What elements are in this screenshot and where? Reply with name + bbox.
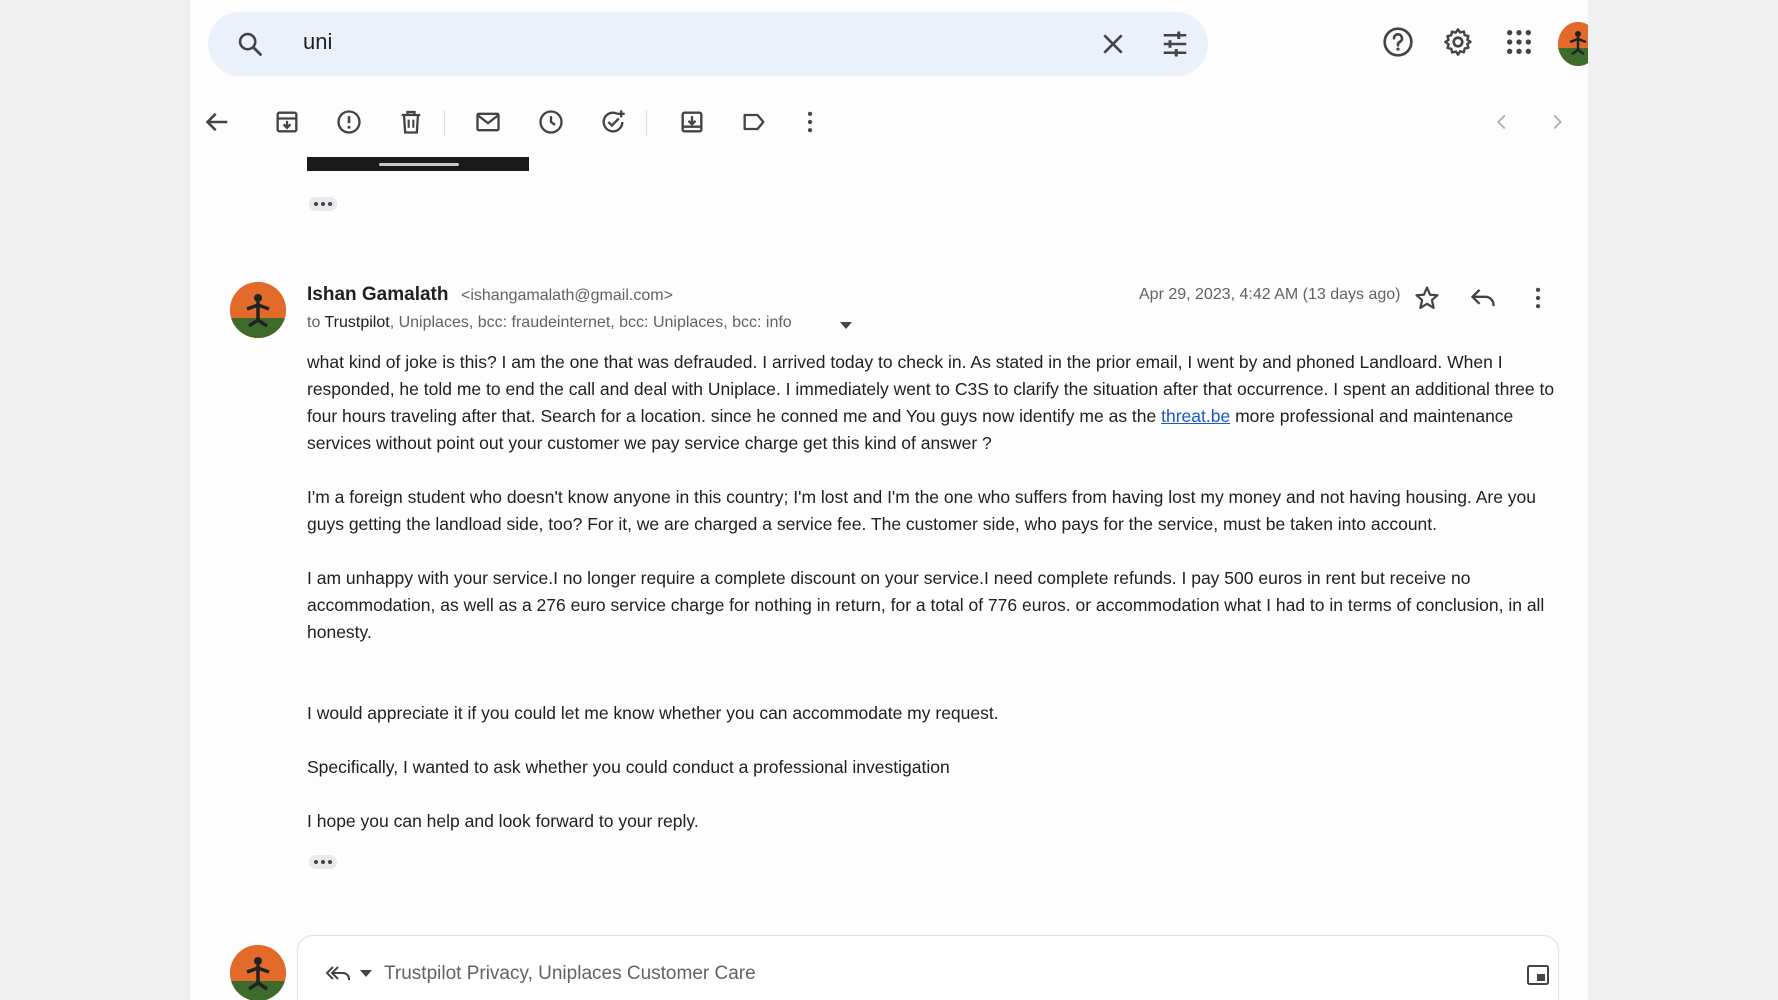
- reply-all-icon[interactable]: [324, 961, 352, 985]
- move-to-icon[interactable]: [678, 108, 706, 136]
- body-paragraph: I hope you can help and look forward to …: [307, 811, 699, 831]
- mark-unread-icon[interactable]: [474, 108, 502, 136]
- next-chevron-icon[interactable]: [1546, 111, 1568, 133]
- toolbar-divider: [646, 110, 647, 136]
- back-arrow-icon[interactable]: [204, 108, 232, 136]
- reply-icon[interactable]: [1469, 284, 1497, 312]
- report-spam-icon[interactable]: [335, 108, 363, 136]
- tune-icon[interactable]: [1160, 29, 1190, 59]
- reply-recipients[interactable]: Trustpilot Privacy, Uniplaces Customer C…: [384, 963, 756, 985]
- gear-icon[interactable]: [1442, 26, 1474, 58]
- search-icon[interactable]: [236, 30, 264, 58]
- search-bar[interactable]: uni: [208, 12, 1208, 76]
- snooze-icon[interactable]: [537, 108, 565, 136]
- add-task-icon[interactable]: [599, 108, 627, 136]
- sender-name[interactable]: Ishan Gamalath: [307, 284, 449, 306]
- help-icon[interactable]: [1382, 26, 1414, 58]
- body-paragraph: Specifically, I wanted to ask whether yo…: [307, 757, 950, 777]
- quoted-image-strip: [307, 157, 529, 171]
- close-icon[interactable]: [1100, 31, 1126, 57]
- threat-link[interactable]: threat.be: [1161, 406, 1230, 426]
- sender-email: <ishangamalath@gmail.com>: [461, 287, 673, 304]
- gmail-window: uni Ishan Gamalath <ishangamalath@gmail.…: [190, 0, 1588, 1000]
- body-paragraph: I am unhappy with your service.I no long…: [307, 568, 1545, 642]
- toolbar-divider: [444, 110, 445, 136]
- recipient-first: Trustpilot: [324, 314, 390, 331]
- reply-compose-box[interactable]: Trustpilot Privacy, Uniplaces Customer C…: [297, 935, 1559, 1000]
- show-details-chevron-icon[interactable]: [840, 322, 852, 329]
- star-icon[interactable]: [1413, 284, 1441, 312]
- recipients-prefix: to: [307, 314, 325, 331]
- pop-out-icon[interactable]: [1526, 964, 1550, 986]
- prev-chevron-icon[interactable]: [1491, 111, 1513, 133]
- archive-icon[interactable]: [273, 108, 301, 136]
- body-paragraph: I would appreciate it if you could let m…: [307, 703, 999, 723]
- body-paragraph: I'm a foreign student who doesn't know a…: [307, 487, 1536, 534]
- message-more-icon[interactable]: [1524, 284, 1552, 312]
- more-vertical-icon[interactable]: [796, 108, 824, 136]
- show-trimmed-content-button[interactable]: [309, 197, 337, 211]
- search-input[interactable]: uni: [303, 29, 332, 55]
- apps-grid-icon[interactable]: [1503, 26, 1535, 58]
- recipients-rest: , Uniplaces, bcc: fraudeinternet, bcc: U…: [389, 314, 792, 331]
- label-icon[interactable]: [740, 108, 768, 136]
- message-body: what kind of joke is this? I am the one …: [307, 349, 1569, 862]
- sender-avatar[interactable]: [230, 282, 286, 338]
- recipients-line: to Trustpilot, Uniplaces, bcc: fraudeint…: [307, 314, 792, 332]
- show-trimmed-content-button[interactable]: [309, 855, 337, 869]
- message-date: Apr 29, 2023, 4:42 AM (13 days ago): [1139, 286, 1401, 303]
- account-avatar[interactable]: [1558, 22, 1588, 66]
- reply-avatar: [230, 945, 286, 1000]
- delete-icon[interactable]: [397, 108, 425, 136]
- body-paragraph: what kind of joke is this? I am the one …: [307, 349, 1569, 457]
- reply-type-chevron-icon[interactable]: [360, 970, 372, 977]
